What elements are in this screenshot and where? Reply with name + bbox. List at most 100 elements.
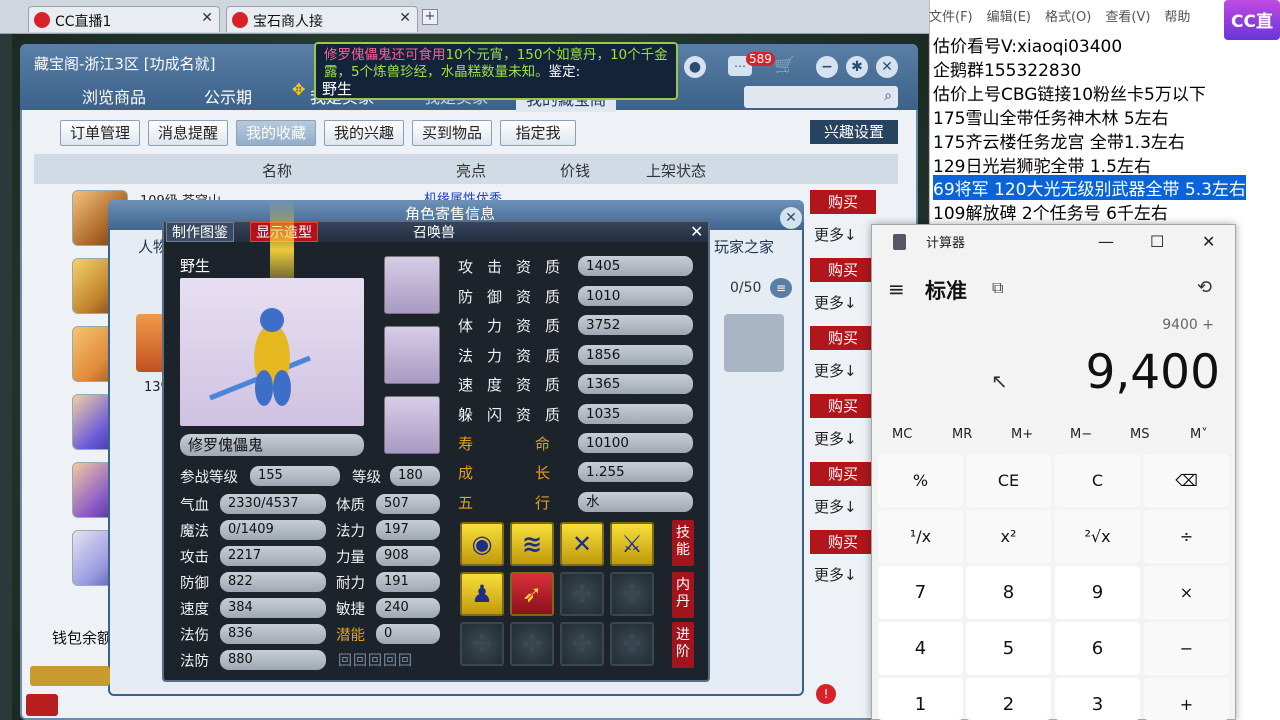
new-tab-button[interactable]: +: [422, 9, 438, 25]
digit-9-key[interactable]: 9: [1055, 566, 1140, 619]
game-arrow-buttons[interactable]: [30, 666, 110, 686]
backspace-key[interactable]: ⌫: [1144, 454, 1229, 507]
close-tab-icon[interactable]: ✕: [399, 10, 411, 26]
cbg-search-input[interactable]: ⌕: [744, 86, 898, 108]
history-icon[interactable]: ⟲: [1197, 277, 1212, 298]
equip-slot-ring[interactable]: [384, 326, 440, 384]
digit-7-key[interactable]: 7: [878, 566, 963, 619]
subtract-key[interactable]: −: [1144, 622, 1229, 675]
hamburger-menu-icon[interactable]: ≡: [888, 277, 905, 301]
digit-8-key[interactable]: 8: [966, 566, 1051, 619]
menu-edit[interactable]: 编辑(E): [987, 10, 1031, 25]
more-link[interactable]: 更多↓: [814, 292, 857, 313]
digit-2-key[interactable]: 2: [966, 678, 1051, 720]
tab-messages[interactable]: 消息提醒: [148, 120, 228, 146]
more-link[interactable]: 更多↓: [814, 564, 857, 585]
sqrt-key[interactable]: ²√x: [1055, 510, 1140, 563]
close-tab-icon[interactable]: ✕: [201, 10, 213, 26]
memory-clear-button[interactable]: MC: [892, 427, 912, 442]
buy-button[interactable]: 购买: [810, 190, 876, 214]
equip-slot-collar[interactable]: [384, 256, 440, 314]
notepad-line[interactable]: 估价上号CBG链接10粉丝卡5万以下: [933, 80, 1206, 105]
notepad-line-selected[interactable]: 69将军 120大光无级别武器全带 5.3左右: [933, 175, 1246, 200]
tab-assigned[interactable]: 指定我: [500, 120, 576, 146]
notepad-line[interactable]: 175齐云楼任务龙宫 全带1.3左右: [933, 128, 1185, 153]
memory-subtract-button[interactable]: M−: [1070, 427, 1092, 442]
skills-button[interactable]: 技能: [672, 520, 694, 566]
memory-add-button[interactable]: M+: [1011, 427, 1033, 442]
minimize-icon[interactable]: −: [816, 56, 838, 78]
skill-guard-icon[interactable]: ♟: [460, 572, 504, 616]
clear-entry-key[interactable]: CE: [966, 454, 1051, 507]
more-link[interactable]: 更多↓: [814, 224, 857, 245]
more-link[interactable]: 更多↓: [814, 496, 857, 517]
reciprocal-key[interactable]: ¹/x: [878, 510, 963, 563]
skill-bow-icon[interactable]: ✕: [560, 522, 604, 566]
buy-button[interactable]: 购买: [810, 394, 876, 418]
browser-tab-gem-merchant[interactable]: 宝石商人接 ✕: [226, 6, 418, 32]
notepad-line[interactable]: 企鹅群155322830: [933, 56, 1081, 81]
tab-favorites[interactable]: 我的收藏: [236, 120, 316, 146]
digit-1-key[interactable]: 1: [878, 678, 963, 720]
memory-list-button[interactable]: M˅: [1190, 427, 1208, 442]
digit-4-key[interactable]: 4: [878, 622, 963, 675]
close-icon[interactable]: ✕: [876, 56, 898, 78]
pet-dialog-close-icon[interactable]: ✕: [690, 222, 703, 241]
more-link[interactable]: 更多↓: [814, 428, 857, 449]
tab-interests[interactable]: 我的兴趣: [324, 120, 404, 146]
search-icon[interactable]: ⌕: [884, 88, 892, 104]
minimize-icon[interactable]: —: [1098, 232, 1114, 251]
add-key[interactable]: +: [1144, 678, 1229, 720]
list-menu-icon[interactable]: ≡: [770, 278, 792, 298]
divide-key[interactable]: ÷: [1144, 510, 1229, 563]
menu-file[interactable]: 文件(F): [929, 10, 973, 25]
role-panel-close-icon[interactable]: ✕: [780, 207, 802, 229]
advance-button[interactable]: 进阶: [672, 622, 694, 668]
digit-6-key[interactable]: 6: [1055, 622, 1140, 675]
buy-button[interactable]: 购买: [810, 530, 876, 554]
notepad-line[interactable]: 129日光岩狮驼全带 1.5左右: [933, 152, 1151, 177]
gear-icon[interactable]: ✱: [846, 56, 868, 78]
more-link[interactable]: 更多↓: [814, 360, 857, 381]
interest-settings-button[interactable]: 兴趣设置: [810, 120, 898, 144]
square-key[interactable]: x²: [966, 510, 1051, 563]
equip-slot-armor[interactable]: [384, 396, 440, 454]
notification-icon[interactable]: !: [816, 684, 836, 704]
notepad-line[interactable]: 109解放碑 2个任务号 6千左右: [933, 199, 1168, 224]
skill-dragon-icon[interactable]: ≋: [510, 522, 554, 566]
inner-core-button[interactable]: 内丹: [672, 572, 694, 618]
tab-make-atlas[interactable]: 制作图鉴: [166, 222, 234, 242]
empty-item-slot[interactable]: [724, 314, 784, 372]
close-icon[interactable]: ✕: [1202, 232, 1215, 251]
calculator-expression: 9400 +: [1162, 317, 1214, 333]
nav-publicity[interactable]: 公示期: [204, 84, 252, 108]
current-channel-button[interactable]: [26, 694, 58, 716]
digit-3-key[interactable]: 3: [1055, 678, 1140, 720]
memory-recall-button[interactable]: MR: [952, 427, 972, 442]
tab-player-home[interactable]: 玩家之家: [714, 236, 774, 257]
skill-eye-icon[interactable]: ◉: [460, 522, 504, 566]
tab-bought[interactable]: 买到物品: [412, 120, 492, 146]
buy-button[interactable]: 购买: [810, 462, 876, 486]
menu-view[interactable]: 查看(V): [1105, 10, 1150, 25]
memory-store-button[interactable]: MS: [1130, 427, 1149, 442]
keep-on-top-icon[interactable]: ⧉: [992, 278, 1003, 298]
buy-button[interactable]: 购买: [810, 326, 876, 350]
clear-key[interactable]: C: [1055, 454, 1140, 507]
record-icon[interactable]: ●: [684, 56, 706, 78]
digit-5-key[interactable]: 5: [966, 622, 1051, 675]
skill-sword-icon[interactable]: ⚔: [610, 522, 654, 566]
cart-icon[interactable]: 🛒: [774, 56, 795, 76]
nav-browse[interactable]: 浏览商品: [82, 84, 146, 108]
browser-tab-cc-live[interactable]: CC直播1 ✕: [28, 6, 220, 32]
menu-format[interactable]: 格式(O): [1045, 10, 1091, 25]
notepad-line[interactable]: 175雪山全带任务神木林 5左右: [933, 104, 1169, 129]
tab-orders[interactable]: 订单管理: [60, 120, 140, 146]
notepad-line[interactable]: 估价看号V:xiaoqi03400: [933, 32, 1122, 57]
percent-key[interactable]: %: [878, 454, 963, 507]
maximize-icon[interactable]: ☐: [1150, 232, 1164, 251]
multiply-key[interactable]: ×: [1144, 566, 1229, 619]
skill-strike-icon[interactable]: ➶: [510, 572, 554, 616]
menu-help[interactable]: 帮助: [1164, 10, 1190, 25]
buy-button[interactable]: 购买: [810, 258, 876, 282]
